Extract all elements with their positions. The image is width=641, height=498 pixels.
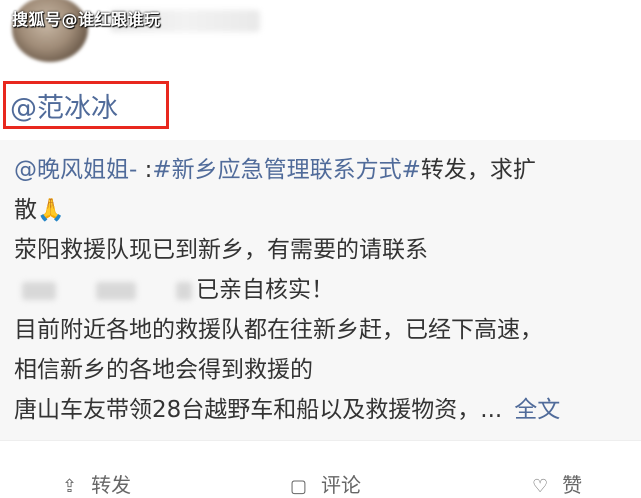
share-icon: ⇪	[62, 476, 78, 497]
watermark: 搜狐号@谁红跟谁玩	[12, 10, 161, 29]
comment-label: 评论	[321, 473, 362, 497]
topic-link[interactable]: #新乡应急管理联系方式#	[152, 157, 421, 183]
text-line-3: 荥阳救援队现已到新乡，有需要的请联系	[14, 237, 428, 263]
text-line-1: 转发，求扩	[420, 157, 536, 183]
post-header: 搜狐号@谁红跟谁玩	[0, 0, 641, 80]
redacted-block	[176, 281, 192, 300]
like-icon: ♡	[532, 476, 549, 497]
read-more-link[interactable]: 全文	[514, 397, 560, 423]
comment-button[interactable]: ▢ 评论	[290, 469, 361, 498]
text-line-4: 已亲自核实！	[196, 277, 334, 303]
redacted-block	[96, 281, 136, 300]
mention-link[interactable]: @范冰冰	[10, 86, 118, 125]
prayer-hands-icon: 🙏	[37, 198, 65, 223]
author-link[interactable]: @晚风姐姐-	[14, 157, 137, 183]
share-label: 转发	[91, 473, 132, 497]
separator: :	[137, 157, 153, 183]
text-line-6: 相信新乡的各地会得到救援的	[14, 357, 313, 383]
text-line-7: 唐山车友带领28台越野车和船以及救援物资，...	[14, 397, 503, 423]
action-bar: ⇪ 转发 ▢ 评论 ♡ 赞	[0, 440, 641, 497]
like-button[interactable]: ♡ 赞	[532, 469, 582, 498]
text-line-5: 目前附近各地的救援队都在往新乡赶，已经下高速，	[14, 317, 543, 343]
repost-text: @晚风姐姐- :#新乡应急管理联系方式#转发，求扩 散🙏 荥阳救援队现已到新乡，…	[14, 150, 641, 430]
like-label: 赞	[562, 473, 583, 497]
share-button[interactable]: ⇪ 转发	[62, 469, 131, 498]
text-line-2: 散	[14, 197, 37, 223]
comment-icon: ▢	[290, 476, 308, 497]
redacted-block	[22, 281, 56, 300]
